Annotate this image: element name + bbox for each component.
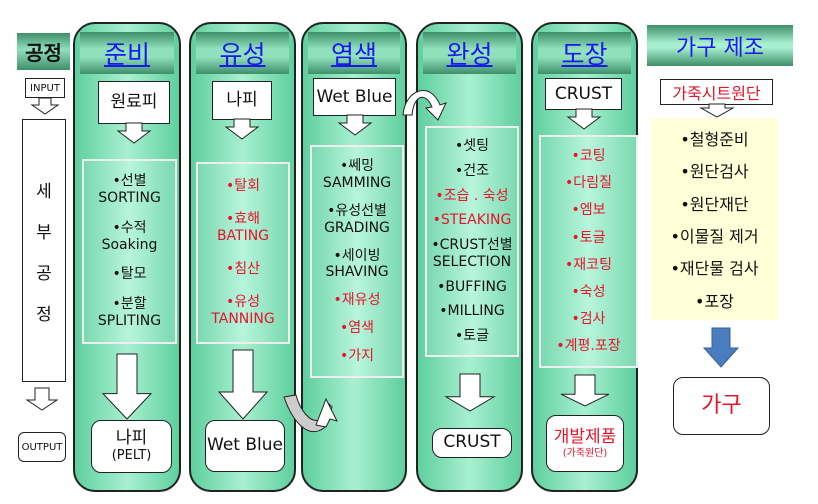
output-label: CRUST bbox=[443, 432, 501, 453]
stage-output-box: Wet Blue bbox=[205, 420, 285, 472]
process-label: 공정 bbox=[17, 33, 70, 70]
step-item: •다림질 bbox=[565, 175, 612, 192]
detail-process-box: 세 부 공 정 bbox=[22, 119, 66, 382]
step-item: •탈회 bbox=[225, 178, 261, 195]
input-arrow-icon bbox=[30, 97, 60, 115]
input-label: INPUT bbox=[25, 78, 65, 98]
stage-steps-panel: •탈회 •효해 BATING •침산 •유성 TANNING bbox=[196, 162, 290, 344]
furniture-header: 가구 제조 bbox=[647, 25, 793, 66]
stage-output-box: 개발제품 (가죽원단) bbox=[546, 415, 624, 472]
step-item: •검사 bbox=[571, 310, 606, 327]
stage-input-box: Wet Blue bbox=[313, 78, 396, 116]
stage-title[interactable]: 완성 bbox=[423, 32, 516, 74]
vertical-char: 정 bbox=[36, 304, 52, 325]
stage-steps-panel: •코팅 •다림질 •엠보 •토글 •재코팅 •숙성 •검사 •계평.포장 bbox=[539, 135, 638, 368]
step-item: •세이빙 SHAVING bbox=[325, 247, 389, 281]
stage-title[interactable]: 도장 bbox=[538, 32, 631, 74]
stage-column: 유성나피 •탈회 •효해 BATING •침산 •유성 TANNING Wet Blue bbox=[189, 22, 296, 492]
down-arrow-icon bbox=[566, 108, 601, 130]
stage-output-box: CRUST bbox=[432, 428, 512, 458]
step-item: •토글 bbox=[454, 328, 490, 345]
furniture-step: •원단재단 bbox=[680, 194, 749, 214]
furniture-input: 가죽시트원단 bbox=[660, 79, 773, 105]
down-arrow-icon bbox=[443, 373, 496, 412]
stage-title[interactable]: 유성 bbox=[196, 32, 289, 74]
down-arrow-icon bbox=[699, 103, 735, 118]
step-item: •재유성 bbox=[333, 292, 381, 309]
step-item: •가지 bbox=[339, 347, 375, 364]
down-arrow-icon bbox=[116, 122, 152, 144]
step-item: •MILLING bbox=[439, 303, 505, 320]
down-arrow-icon bbox=[224, 118, 260, 140]
stage-column: 준비원료피 •선별 SORTING •수적 Soaking •탈모 •분할 SPLITI… bbox=[73, 22, 181, 492]
curved-arrow-icon bbox=[283, 394, 338, 433]
step-item: •염색 bbox=[339, 319, 375, 336]
furniture-step: •재단물 검사 bbox=[670, 259, 759, 279]
stage-input-box: CRUST bbox=[545, 78, 622, 110]
output-label: 개발제품 bbox=[553, 426, 617, 447]
step-item: •효해 BATING bbox=[216, 211, 270, 245]
step-item: •수적 Soaking bbox=[101, 219, 158, 253]
step-item: •STEAKING bbox=[432, 212, 512, 229]
step-item: •탈모 bbox=[112, 266, 147, 283]
step-item: •숙성 bbox=[571, 283, 606, 300]
output-label: 나피 bbox=[115, 428, 148, 449]
step-item: •건조 bbox=[454, 162, 490, 179]
step-item: •침산 bbox=[225, 261, 261, 278]
down-arrow-icon bbox=[337, 114, 372, 136]
stage-output-box: 나피 (PELT) bbox=[91, 420, 172, 473]
vertical-char: 세 bbox=[36, 181, 52, 202]
stage-column: 도장 CRUST •코팅 •다림질 •엠보 •토글 •재코팅 •숙성 •검사 •계평.포장개발제품… bbox=[531, 22, 638, 492]
step-item: •코팅 bbox=[571, 148, 606, 165]
step-item: •쎄밍 SAMMING bbox=[322, 158, 392, 192]
stage-input-box: 원료피 bbox=[98, 81, 170, 124]
stage-steps-panel: •선별 SORTING •수적 Soaking •탈모 •분할 SPLITING bbox=[82, 159, 177, 344]
stage-steps-panel: •쎄밍 SAMMING •유성선별 GRADING •세이빙 SHAVING •재유성… bbox=[310, 145, 404, 378]
step-item: •계평.포장 bbox=[556, 338, 621, 355]
step-item: •CRUST선별 SELECTION bbox=[431, 237, 513, 270]
down-arrow-icon bbox=[217, 349, 268, 420]
furniture-step: •이물질 제거 bbox=[670, 227, 759, 247]
step-item: •BUFFING bbox=[437, 278, 507, 295]
output-label: OUTPUT bbox=[18, 432, 66, 462]
furniture-step: •철형준비 bbox=[680, 130, 749, 150]
output-sublabel: (가죽원단) bbox=[562, 447, 608, 459]
vertical-char: 부 bbox=[36, 222, 52, 243]
step-item: •재코팅 bbox=[565, 256, 612, 273]
step-item: •유성선별 GRADING bbox=[324, 203, 390, 236]
vertical-char: 공 bbox=[36, 263, 52, 284]
furniture-output-box: 가구 bbox=[673, 377, 770, 435]
step-item: •셋팅 bbox=[454, 137, 490, 154]
stage-title[interactable]: 염색 bbox=[308, 32, 400, 74]
step-item: •토글 bbox=[571, 229, 606, 246]
curved-arrow-icon bbox=[402, 90, 447, 121]
step-item: •선별 SORTING bbox=[98, 173, 161, 207]
furniture-step: •포장 bbox=[695, 291, 734, 311]
step-item: •유성 TANNING bbox=[211, 294, 275, 328]
step-item: •조습 . 숙성 bbox=[435, 187, 509, 204]
stage-steps-panel: •셋팅 •건조 •조습 . 숙성 •STEAKING •CRUST선별 SELECTIO… bbox=[425, 126, 519, 357]
stage-title[interactable]: 준비 bbox=[80, 32, 174, 74]
down-arrow-icon bbox=[101, 353, 153, 420]
step-item: •엠보 bbox=[571, 202, 606, 219]
output-sublabel: (PELT) bbox=[111, 447, 152, 463]
blue-down-arrow-icon bbox=[702, 327, 740, 368]
output-label: Wet Blue bbox=[207, 435, 283, 456]
down-arrow-icon bbox=[560, 374, 609, 407]
output-arrow-icon bbox=[25, 387, 59, 411]
furniture-step: •원단검사 bbox=[680, 162, 749, 182]
furniture-steps-panel: •철형준비 •원단검사 •원단재단 •이물질 제거 •재단물 검사 •포장 bbox=[651, 118, 778, 320]
stage-input-box: 나피 bbox=[212, 81, 272, 120]
step-item: •분할 SPLITING bbox=[97, 295, 162, 329]
